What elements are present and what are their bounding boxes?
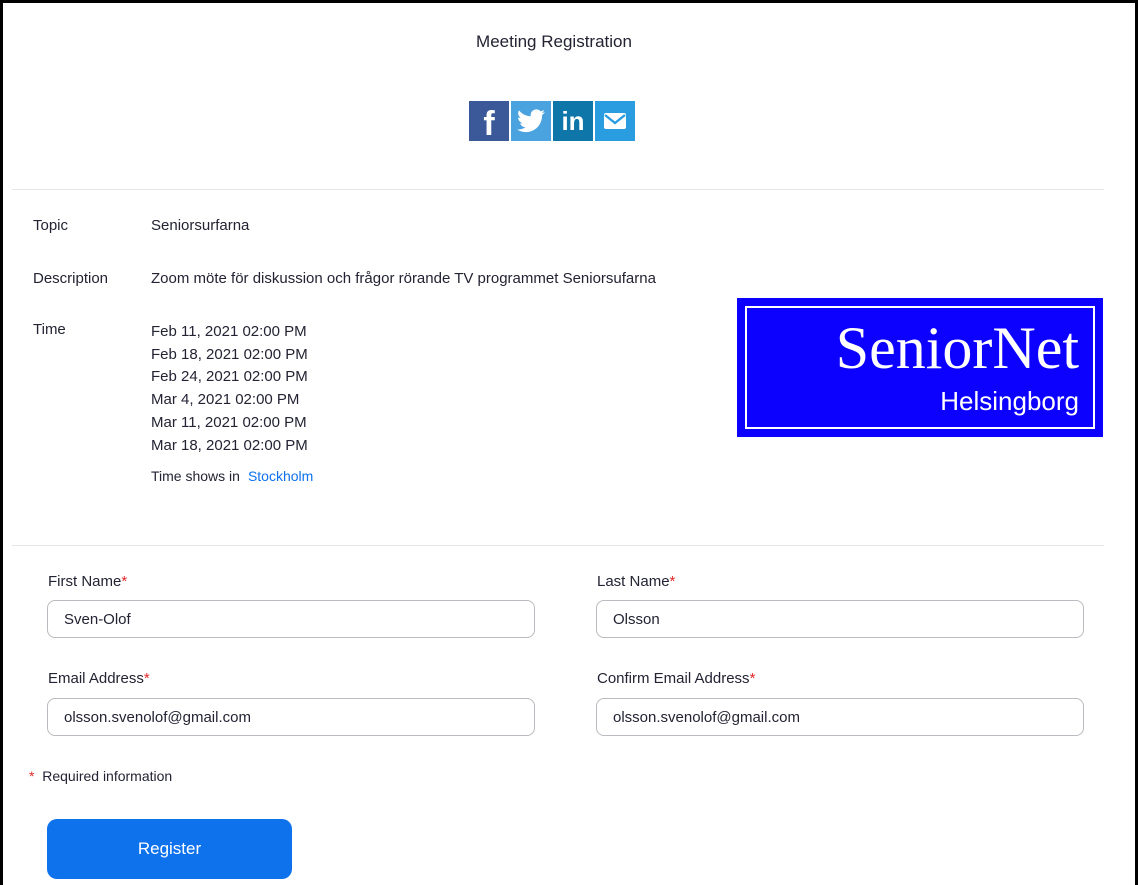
required-mark: * xyxy=(669,573,676,590)
time-item: Mar 18, 2021 02:00 PM xyxy=(151,436,308,454)
timezone-prefix: Time shows in xyxy=(151,468,240,484)
logo-main-text: SeniorNet xyxy=(835,315,1079,381)
timezone-link[interactable]: Stockholm xyxy=(248,468,313,484)
seniornet-logo: SeniorNet Helsingborg xyxy=(737,298,1103,437)
logo-frame: SeniorNet Helsingborg xyxy=(745,306,1095,429)
required-mark: * xyxy=(29,768,35,784)
twitter-icon[interactable] xyxy=(511,101,551,141)
required-note: * Required information xyxy=(29,768,172,784)
time-label: Time xyxy=(33,321,66,338)
email-icon[interactable] xyxy=(595,101,635,141)
required-mark: * xyxy=(749,670,756,687)
last-name-input[interactable] xyxy=(596,600,1084,638)
register-button[interactable]: Register xyxy=(47,819,292,879)
timezone-note: Time shows in Stockholm xyxy=(151,468,313,484)
linkedin-icon[interactable]: in xyxy=(553,101,593,141)
time-list: Feb 11, 2021 02:00 PM Feb 18, 2021 02:00… xyxy=(151,321,308,457)
time-item: Mar 4, 2021 02:00 PM xyxy=(151,391,300,409)
topic-value: Seniorsurfarna xyxy=(151,217,250,234)
time-item: Feb 18, 2021 02:00 PM xyxy=(151,345,308,363)
required-mark: * xyxy=(121,573,128,590)
divider xyxy=(12,189,1104,190)
email-label: Email Address* xyxy=(48,670,150,687)
description-value: Zoom möte för diskussion och frågor röra… xyxy=(151,270,656,287)
first-name-input[interactable] xyxy=(47,600,535,638)
required-mark: * xyxy=(143,670,150,687)
time-item: Mar 11, 2021 02:00 PM xyxy=(151,413,307,431)
logo-sub-text: Helsingborg xyxy=(940,386,1079,416)
last-name-label-text: Last Name xyxy=(597,573,670,590)
time-item: Feb 11, 2021 02:00 PM xyxy=(151,323,307,340)
page-title: Meeting Registration xyxy=(476,32,632,51)
share-bar: f in xyxy=(469,101,635,143)
confirm-email-label: Confirm Email Address* xyxy=(597,670,755,687)
confirm-email-input[interactable] xyxy=(596,698,1084,736)
first-name-label-text: First Name xyxy=(48,573,122,590)
description-label: Description xyxy=(33,270,109,287)
last-name-label: Last Name* xyxy=(597,573,675,590)
first-name-label: First Name* xyxy=(48,573,127,590)
required-note-text: Required information xyxy=(42,768,173,784)
email-input[interactable] xyxy=(47,698,535,736)
confirm-email-label-text: Confirm Email Address xyxy=(597,670,750,687)
topic-label: Topic xyxy=(33,217,69,234)
time-item: Feb 24, 2021 02:00 PM xyxy=(151,368,308,386)
email-label-text: Email Address xyxy=(48,670,144,687)
divider xyxy=(12,545,1104,546)
facebook-icon[interactable]: f xyxy=(469,101,509,143)
